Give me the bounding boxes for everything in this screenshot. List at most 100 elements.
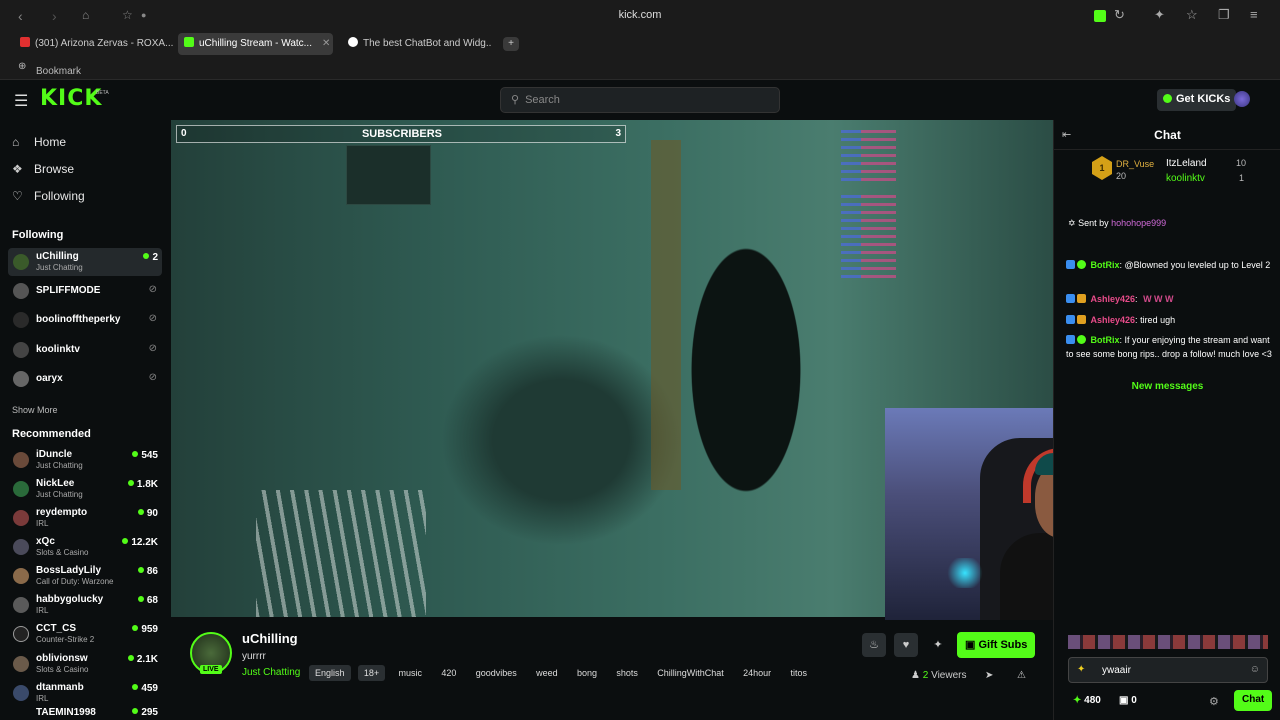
channel-name: uChilling [36, 251, 79, 262]
following-item-koolinktv[interactable]: koolinktv ⊘ [8, 336, 162, 364]
recommended-item[interactable]: NickLee Just Chatting 1.8K [8, 475, 162, 503]
favorites-icon[interactable]: ☆ [1186, 7, 1198, 23]
tag[interactable]: titos [784, 665, 813, 681]
channel-category: Counter-Strike 2 [36, 635, 95, 644]
following-item-spliffmode[interactable]: SPLIFFMODE ⊘ [8, 277, 162, 305]
recommended-item[interactable]: BossLadyLily Call of Duty: Warzone 86 [8, 562, 162, 590]
leader-user[interactable]: DR_Vuse [1116, 159, 1154, 169]
recommended-item[interactable]: oblivionsw Slots & Casino 2.1K [8, 650, 162, 678]
viewers-number: 2 [922, 670, 929, 681]
new-messages-indicator[interactable]: New messages [1054, 381, 1280, 392]
pinned-user[interactable]: hohohope999 [1111, 218, 1166, 228]
recommended-item[interactable]: iDuncle Just Chatting 545 [8, 446, 162, 474]
chat-username[interactable]: BotRix [1091, 260, 1120, 270]
nav-following[interactable]: ♡ Following [12, 189, 85, 203]
tag[interactable]: English [309, 665, 351, 681]
user-avatar[interactable] [1234, 91, 1250, 107]
stream-category[interactable]: Just Chatting [242, 667, 300, 678]
show-more-link[interactable]: Show More [12, 405, 58, 415]
menu-icon[interactable]: ≡ [1250, 7, 1258, 22]
avatar [13, 568, 29, 584]
channel-name: boolinofftheperky [36, 314, 121, 325]
url-field[interactable]: kick.com [0, 9, 1280, 21]
emoji-icon[interactable]: ☺ [1250, 664, 1260, 675]
channel-category: Just Chatting [36, 263, 83, 272]
kicks-coin-icon [1163, 94, 1172, 103]
viewer-count: 12.2K [122, 537, 158, 548]
viewer-count: 90 [138, 508, 158, 519]
kicks-balance[interactable]: ▣ 0 [1119, 695, 1137, 706]
following-item-boolinofftheperky[interactable]: boolinofftheperky ⊘ [8, 306, 162, 334]
report-icon[interactable]: ⚠ [1017, 670, 1026, 681]
recommended-item[interactable]: habbygolucky IRL 68 [8, 591, 162, 619]
badge-icon [1066, 260, 1075, 269]
leader-user[interactable]: ItzLeland [1166, 158, 1207, 169]
tag[interactable]: 18+ [357, 665, 386, 681]
follow-heart-button[interactable]: ♥ [894, 633, 918, 657]
tag[interactable]: music [393, 665, 429, 681]
following-item-oaryx[interactable]: oaryx ⊘ [8, 365, 162, 393]
tab-kick[interactable]: uChilling Stream - Watc... ✕ [178, 33, 333, 55]
chat-message: BotRix: @Blowned you leveled up to Level… [1066, 258, 1274, 272]
search-input[interactable]: ⚲ Search [500, 87, 780, 113]
avatar [13, 626, 29, 642]
channel-points[interactable]: ✦ 480 [1073, 695, 1101, 706]
recommended-section-title: Recommended [12, 428, 91, 440]
recommended-item[interactable]: TAEMIN1998 295 [8, 708, 162, 720]
tag[interactable]: bong [571, 665, 603, 681]
extensions-icon[interactable]: ✦ [1154, 7, 1165, 23]
reload-icon[interactable]: ↻ [1114, 7, 1125, 23]
heart-icon: ♡ [12, 189, 23, 203]
following-section-title: Following [12, 229, 64, 241]
get-kicks-button[interactable]: Get KICKs [1157, 89, 1237, 111]
chat-input[interactable]: ✦ ywaair ☺ [1068, 657, 1268, 683]
tag[interactable]: weed [530, 665, 564, 681]
chat-title: Chat [1154, 128, 1181, 142]
tab-youtube[interactable]: (301) Arizona Zervas - ROXA... [14, 33, 174, 55]
chat-username[interactable]: BotRix [1091, 335, 1120, 345]
avatar [13, 656, 29, 672]
bookmark-label: Bookmark [36, 66, 82, 77]
nav-browse[interactable]: ❖ Browse [12, 162, 74, 176]
chat-username[interactable]: Ashley426 [1091, 294, 1136, 304]
channel-name[interactable]: uChilling [242, 631, 298, 646]
recommended-item[interactable]: xQc Slots & Casino 12.2K [8, 533, 162, 561]
offline-icon: ⊘ [148, 343, 157, 354]
tag[interactable]: goodvibes [470, 665, 523, 681]
tag[interactable]: shots [610, 665, 644, 681]
share-icon[interactable]: ➤ [985, 670, 993, 681]
recommended-item[interactable]: reydempto IRL 90 [8, 504, 162, 532]
chat-username[interactable]: Ashley426 [1091, 315, 1136, 325]
chat-text: tired ugh [1140, 315, 1176, 325]
search-icon: ⚲ [511, 94, 520, 106]
recent-emotes-bar[interactable] [1068, 635, 1268, 649]
subscriber-goal-overlay: 0 SUBSCRIBERS 3 [176, 125, 626, 143]
tag[interactable]: 420 [435, 665, 462, 681]
bookmark-item[interactable]: ⊕ Bookmark [18, 61, 81, 77]
close-tab-icon[interactable]: ✕ [322, 38, 330, 49]
stream-info: LIVE uChilling yurrrr Just Chatting Engl… [171, 620, 1053, 720]
kick-extension-icon[interactable] [1094, 10, 1106, 22]
viewer-count: 2 [143, 252, 158, 263]
nav-home[interactable]: ⌂ Home [12, 135, 66, 149]
leader-user[interactable]: koolinktv [1166, 173, 1205, 184]
kick-logo[interactable]: KICK [40, 86, 102, 111]
collections-icon[interactable]: ❐ [1218, 7, 1230, 23]
tag[interactable]: 24hour [737, 665, 777, 681]
beta-badge: BETA [96, 90, 109, 96]
following-item-uchilling[interactable]: uChilling Just Chatting 2 [8, 248, 162, 276]
recommended-item[interactable]: dtanmanb IRL 459 [8, 679, 162, 707]
hamburger-menu-icon[interactable]: ☰ [14, 91, 28, 111]
send-chat-button[interactable]: Chat [1234, 690, 1273, 711]
recommended-item[interactable]: CCT_CS Counter-Strike 2 959 [8, 620, 162, 648]
clip-button[interactable]: ✦ [926, 633, 950, 657]
tag[interactable]: ChillingWithChat [651, 665, 730, 681]
avatar [13, 342, 29, 358]
tab-chatbot[interactable]: The best ChatBot and Widg... [342, 33, 492, 55]
channel-name: habbygolucky [36, 594, 104, 605]
notification-bell-button[interactable]: ♨ [862, 633, 886, 657]
video-scene [651, 140, 681, 490]
gear-icon[interactable]: ⚙ [1209, 695, 1219, 708]
new-tab-button[interactable]: + [503, 37, 519, 51]
gift-subs-button[interactable]: ▣ Gift Subs [957, 632, 1036, 658]
